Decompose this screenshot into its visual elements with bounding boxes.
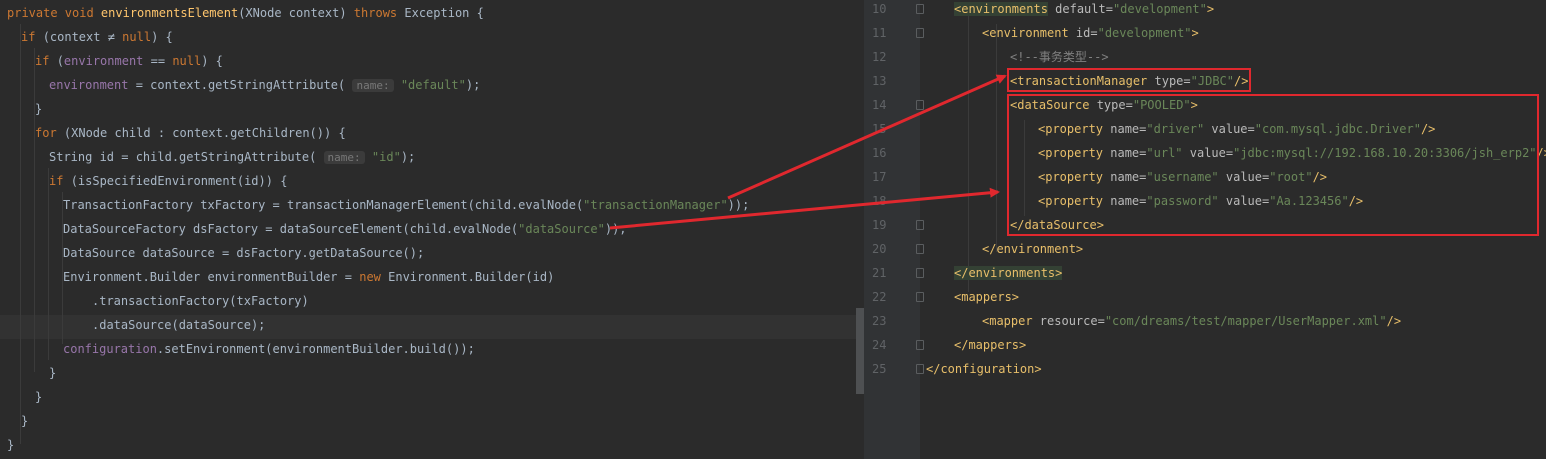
annotation-arrows	[609, 74, 1007, 230]
arrow-transaction-manager	[727, 74, 1007, 200]
arrow-data-source	[609, 187, 1000, 230]
